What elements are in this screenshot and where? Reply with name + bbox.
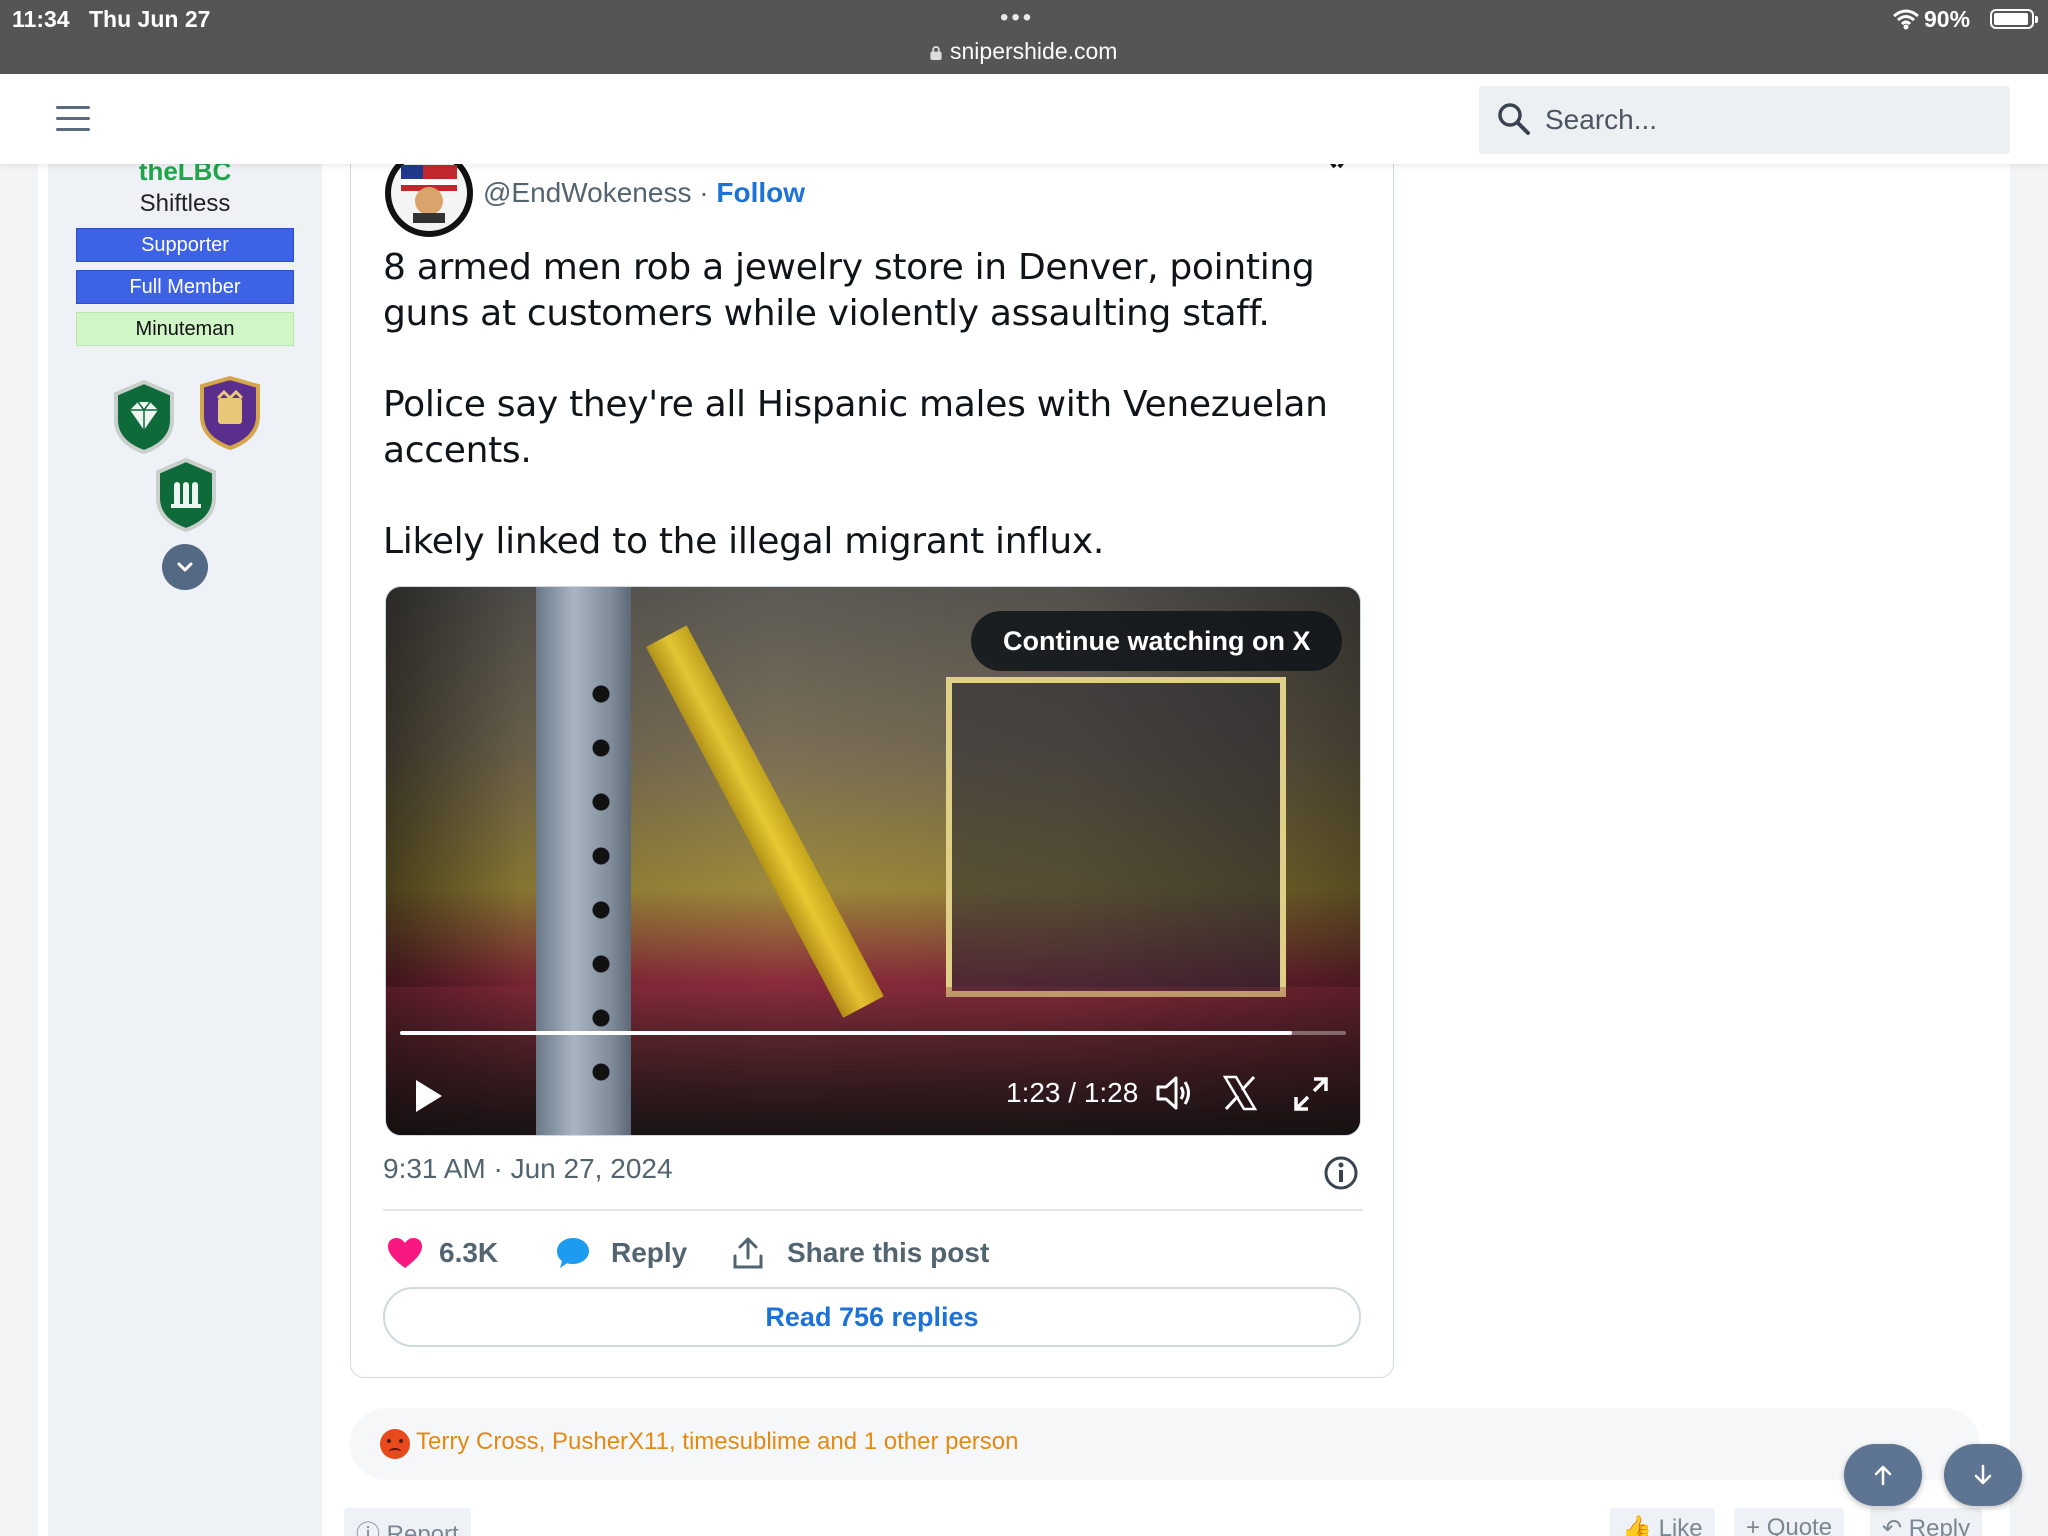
user-panel: theLBC Shiftless Supporter Full Member M… <box>48 156 322 1536</box>
reactions-bar: Terry Cross, PusherX11, timesublime and … <box>350 1408 1980 1480</box>
url-text: snipershide.com <box>950 38 1118 64</box>
date: Thu Jun 27 <box>89 6 211 32</box>
speech-bubble-icon <box>557 1238 589 1268</box>
x-logo-icon[interactable] <box>1222 1075 1258 1111</box>
volume-icon[interactable] <box>1154 1073 1194 1113</box>
quote-label: Quote <box>1766 1514 1833 1536</box>
search-box[interactable] <box>1479 86 2010 154</box>
crown-trophy-icon[interactable] <box>198 376 262 450</box>
lock-icon <box>930 46 942 60</box>
tweet-paragraph: Likely linked to the illegal migrant inf… <box>383 521 1104 562</box>
follow-button[interactable]: Follow <box>716 177 805 208</box>
embedded-tweet: @EndWokeness · Follow 8 armed men rob a … <box>350 110 1394 1378</box>
reaction-names[interactable]: Terry Cross, PusherX11, timesublime and … <box>416 1428 1019 1456</box>
share-action[interactable]: Share this post <box>731 1231 989 1275</box>
profile-image <box>401 165 457 223</box>
tweet-paragraph: 8 armed men rob a jewelry store in Denve… <box>383 247 1315 334</box>
arrow-down-icon <box>1974 1464 1992 1485</box>
scroll-up-button[interactable] <box>1844 1444 1922 1506</box>
video-player[interactable]: Continue watching on X 1:23 / 1:28 <box>385 586 1361 1136</box>
thumbs-up-icon: 👍 <box>1622 1515 1652 1536</box>
banner-minuteman: Minuteman <box>76 312 294 346</box>
share-label: Share this post <box>787 1237 990 1268</box>
fullscreen-icon[interactable] <box>1292 1075 1330 1113</box>
video-time: 1:23 / 1:28 <box>1006 1077 1139 1108</box>
site-header <box>0 74 2048 164</box>
expand-user-info-button[interactable] <box>162 544 208 590</box>
read-replies-button[interactable]: Read 756 replies <box>383 1287 1361 1347</box>
video-progress-fill <box>400 1031 1293 1035</box>
like-count: 6.3K <box>439 1237 499 1268</box>
battery-icon <box>1990 9 2038 29</box>
tweet-handle[interactable]: @EndWokeness <box>483 177 691 208</box>
ammo-trophy-icon[interactable] <box>154 458 218 532</box>
menu-icon[interactable] <box>56 106 90 132</box>
reply-icon: ↶ <box>1882 1515 1903 1536</box>
report-label: Report <box>386 1521 459 1536</box>
scroll-down-button[interactable] <box>1944 1444 2022 1506</box>
like-action[interactable]: 6.3K <box>387 1231 498 1275</box>
browser-status-bar: 11:34 Thu Jun 27 ••• snipershide.com 90% <box>0 0 2048 74</box>
quote-button[interactable]: + Quote <box>1734 1508 1845 1536</box>
arrow-up-icon <box>1874 1465 1892 1486</box>
user-title: Shiftless <box>139 190 231 217</box>
reply-label: Reply <box>1908 1515 1971 1536</box>
chevron-down-icon <box>177 562 193 572</box>
video-frame-storefront <box>946 677 1286 997</box>
address-bar[interactable]: snipershide.com <box>930 38 1117 65</box>
report-icon: ⓘ <box>356 1521 380 1536</box>
video-frame-pole <box>536 587 631 1135</box>
heart-icon <box>388 1238 422 1268</box>
search-icon <box>1498 103 1530 135</box>
angry-emoji-icon <box>380 1429 410 1459</box>
reply-label: Reply <box>611 1237 688 1268</box>
reply-button[interactable]: ↶ Reply <box>1870 1508 1983 1536</box>
banner-full-member: Full Member <box>76 270 294 304</box>
clock: 11:34 <box>12 6 70 32</box>
info-icon[interactable] <box>1323 1155 1359 1191</box>
tweet-text: 8 armed men rob a jewelry store in Denve… <box>383 245 1363 610</box>
tweet-paragraph: Police say they're all Hispanic males wi… <box>383 384 1328 471</box>
continue-watching-button[interactable]: Continue watching on X <box>971 611 1343 671</box>
divider <box>383 1209 1363 1211</box>
share-icon <box>733 1237 763 1269</box>
like-label: Like <box>1658 1515 1703 1536</box>
video-frame-tape <box>646 625 884 1018</box>
plus-icon: + <box>1746 1514 1761 1536</box>
post-content: theLBC Shiftless Supporter Full Member M… <box>38 110 2010 1536</box>
report-button[interactable]: ⓘ Report <box>344 1508 471 1536</box>
video-progress-bar[interactable] <box>400 1031 1346 1035</box>
search-input[interactable] <box>1545 100 1985 140</box>
diamond-trophy-icon[interactable] <box>112 380 176 454</box>
banner-supporter: Supporter <box>76 228 294 262</box>
reply-action[interactable]: Reply <box>555 1231 687 1275</box>
more-dots-icon[interactable]: ••• <box>1000 4 1034 32</box>
tweet-handle-line: @EndWokeness · Follow <box>483 177 805 209</box>
separator: · <box>699 177 709 208</box>
tweet-timestamp[interactable]: 9:31 AM · Jun 27, 2024 <box>383 1153 673 1185</box>
wifi-icon <box>1893 9 1919 30</box>
video-frame-band <box>386 987 1360 1135</box>
like-button[interactable]: 👍 Like <box>1610 1508 1715 1536</box>
play-icon[interactable] <box>412 1077 446 1115</box>
video-frame-holes <box>591 667 611 1087</box>
battery-percent: 90% <box>1924 6 1971 32</box>
